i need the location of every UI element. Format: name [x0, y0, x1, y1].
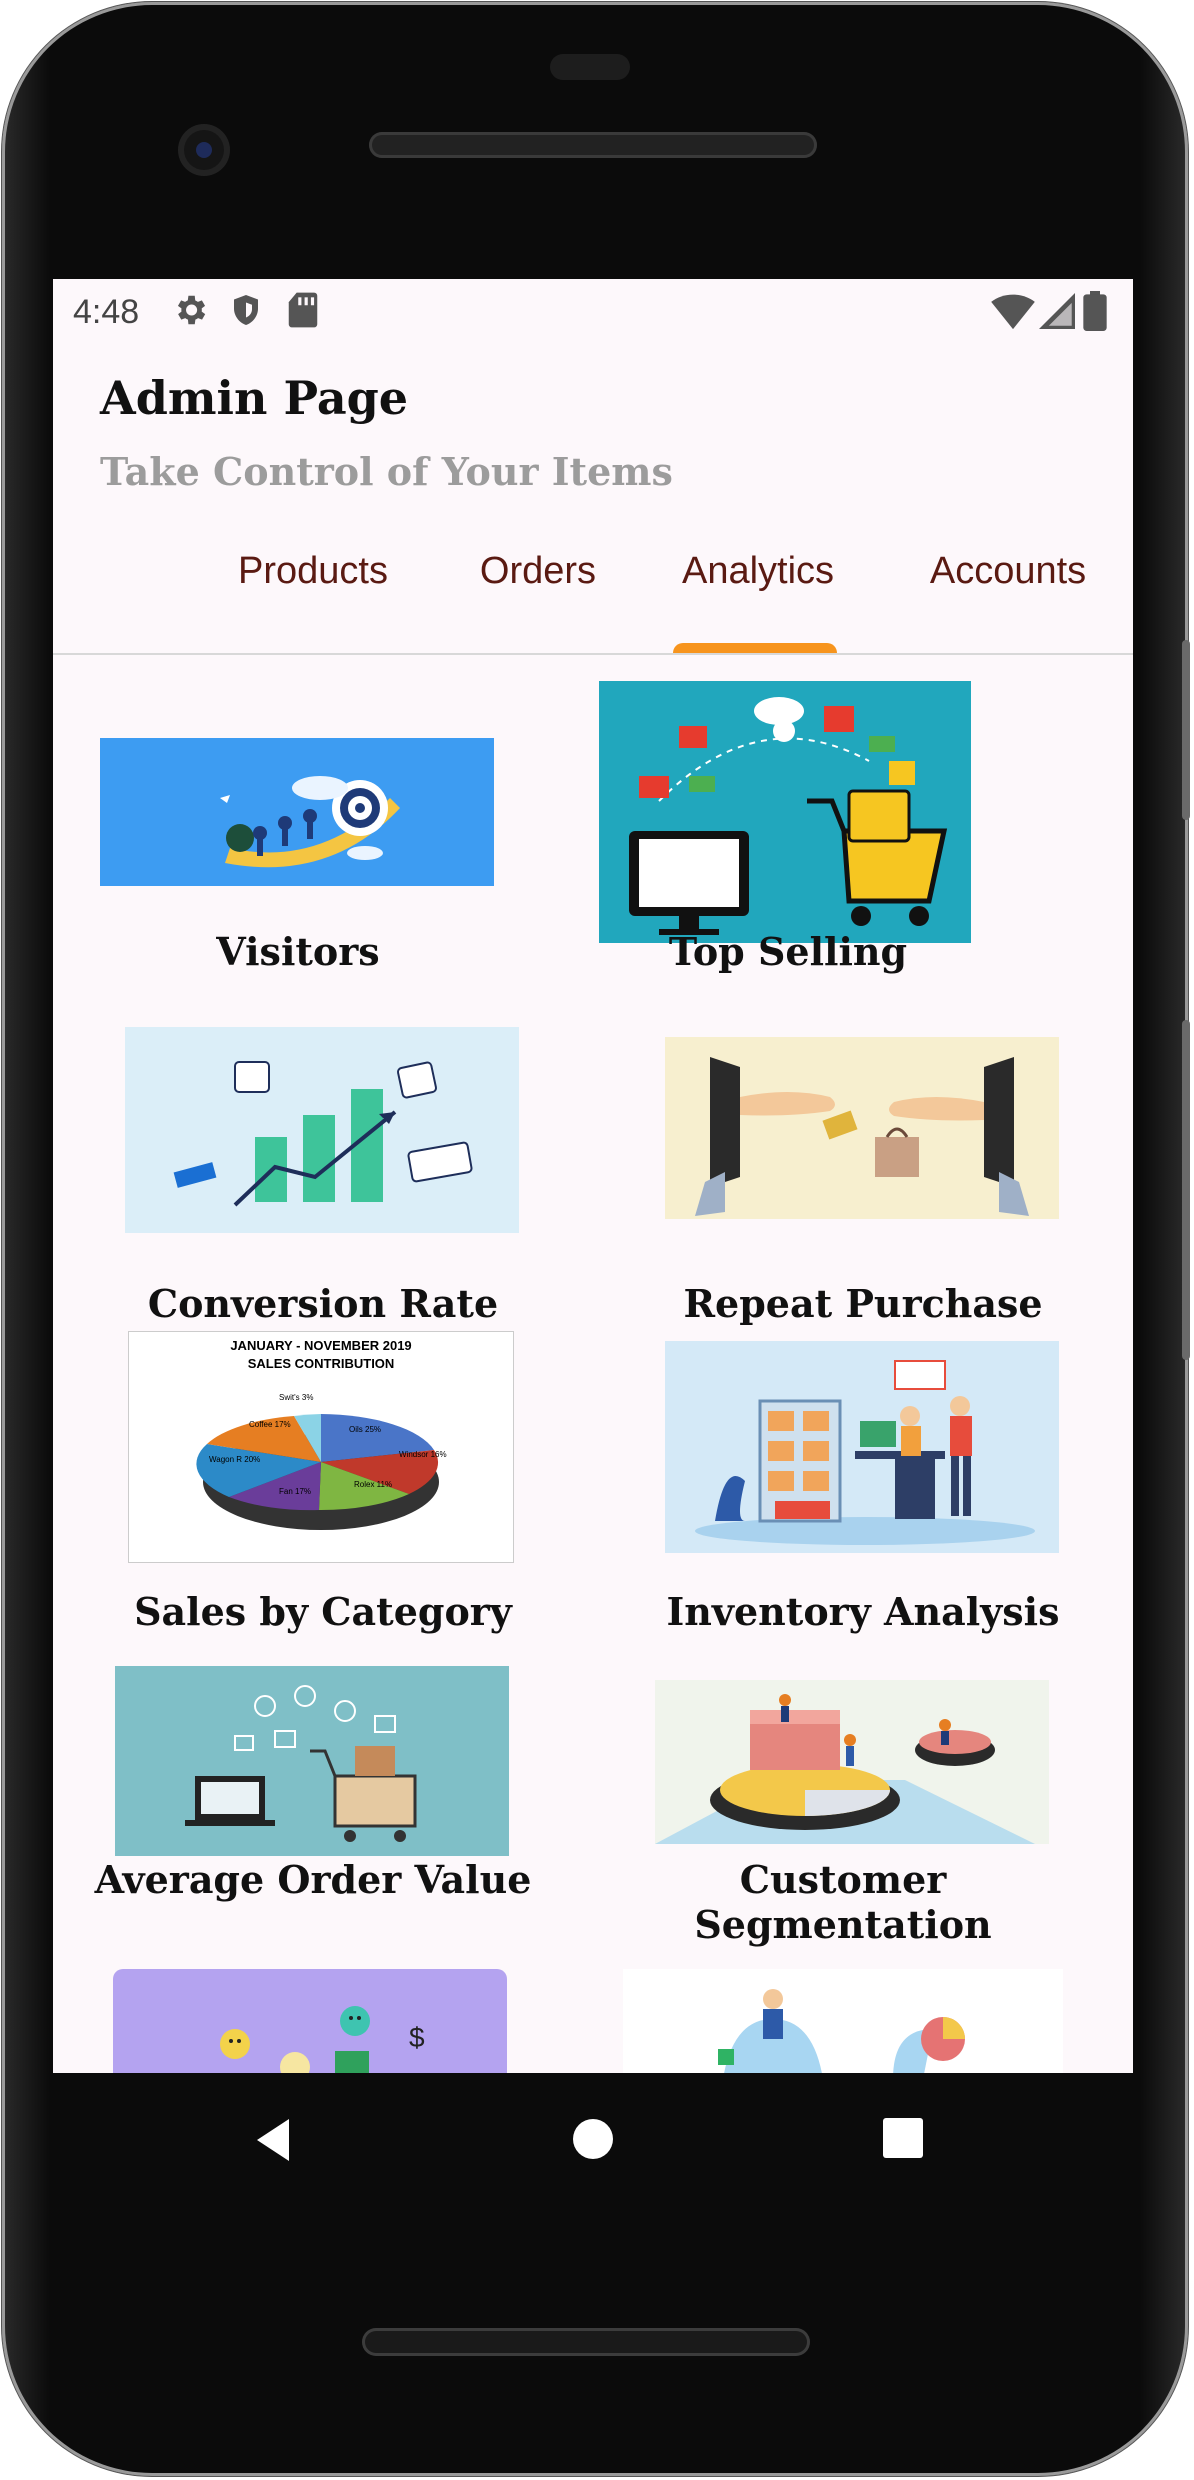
settings-gear-icon — [177, 295, 206, 325]
selected-tab-indicator — [673, 643, 837, 653]
laptop-cart-icon — [115, 1666, 509, 1856]
card-label: Customer Segmentation — [694, 1857, 992, 1947]
bar-chart-icon — [125, 1027, 519, 1233]
tab-accounts[interactable]: Accounts — [913, 549, 1103, 653]
pie-title: JANUARY - NOVEMBER 2019 — [230, 1338, 411, 1353]
card-label: Inventory Analysis — [666, 1589, 1060, 1634]
pie-slice-label: Rolex 11% — [354, 1480, 392, 1489]
card-customer-segmentation[interactable]: Customer Segmentation — [593, 1659, 1133, 1979]
page-subtitle: Take Control of Your Items — [100, 449, 673, 494]
card-partial-left[interactable]: $ — [53, 1969, 593, 2073]
tab-products[interactable]: Products — [223, 549, 403, 653]
analytics-people-icon — [623, 1969, 1063, 2073]
card-label: Top Selling — [668, 929, 908, 974]
battery-icon — [1083, 291, 1107, 331]
pie-slice-label: Swit's 3% — [279, 1393, 313, 1402]
pie-slice-label: Windsor 16% — [399, 1450, 447, 1459]
back-icon[interactable] — [253, 2117, 293, 2163]
system-nav-bar — [53, 2073, 1133, 2203]
card-conversion-rate[interactable]: Conversion Rate — [53, 1019, 593, 1326]
tab-bar: Products Orders Analytics Accounts — [53, 549, 1133, 655]
volume-button — [1182, 1020, 1190, 1360]
card-label: Sales by Category — [134, 1589, 512, 1634]
card-partial-right[interactable] — [593, 1969, 1133, 2073]
wifi-icon — [991, 294, 1035, 330]
card-label: Average Order Value — [94, 1857, 532, 1902]
front-camera — [178, 124, 230, 176]
tab-label: Products — [238, 550, 388, 592]
monitor-exchange-icon — [665, 1037, 1059, 1219]
card-label: Visitors — [216, 929, 380, 974]
sensor — [550, 54, 630, 80]
card-repeat-purchase[interactable]: Repeat Purchase — [593, 1019, 1133, 1326]
pie-slice-label: Fan 17% — [279, 1487, 311, 1496]
card-label: Repeat Purchase — [683, 1281, 1043, 1326]
card-inventory-analysis[interactable]: Inventory Analysis — [593, 1331, 1133, 1651]
card-average-order-value[interactable]: Average Order Value — [53, 1659, 593, 1979]
sd-card-icon — [288, 292, 318, 328]
pie-slice-label: Wagon R 20% — [209, 1455, 260, 1464]
status-bar: 4:48 — [53, 279, 1133, 343]
pie-slice-label: Oils 25% — [349, 1425, 381, 1434]
card-label: Conversion Rate — [147, 1281, 499, 1326]
tab-label: Orders — [479, 550, 597, 592]
page-title: Admin Page — [100, 371, 409, 425]
target-arrow-icon — [100, 738, 494, 886]
card-visitors[interactable]: Visitors — [53, 679, 593, 999]
home-icon[interactable] — [572, 2118, 614, 2160]
card-top-selling[interactable]: Top Selling — [593, 679, 1133, 999]
signal-icon — [1039, 293, 1075, 329]
pie-slice-label: Coffee 17% — [249, 1420, 291, 1429]
svg-text:$: $ — [409, 2022, 425, 2053]
pie-subtitle: SALES CONTRIBUTION — [248, 1356, 395, 1371]
tab-label: Accounts — [929, 550, 1087, 592]
status-time: 4:48 — [73, 293, 140, 331]
card-sales-by-category[interactable]: JANUARY - NOVEMBER 2019 SALES CONTRIBUTI… — [53, 1331, 593, 1651]
tab-orders[interactable]: Orders — [463, 549, 613, 653]
earpiece-speaker — [369, 132, 817, 158]
segments-icon — [655, 1680, 1049, 1844]
power-button — [1182, 640, 1190, 820]
bottom-speaker — [362, 2328, 810, 2356]
recents-icon[interactable] — [883, 2118, 923, 2158]
pie-chart-icon: JANUARY - NOVEMBER 2019 SALES CONTRIBUTI… — [128, 1331, 514, 1563]
tab-label: Analytics — [681, 550, 835, 592]
tab-analytics[interactable]: Analytics — [663, 549, 853, 653]
shield-icon — [234, 295, 258, 325]
app-screen: 4:48 Admin Page Take Control of Your Ite… — [53, 279, 1133, 2073]
smiley-icon: $ — [113, 1969, 507, 2073]
warehouse-icon — [665, 1341, 1059, 1553]
shopping-cart-icon — [599, 681, 971, 943]
